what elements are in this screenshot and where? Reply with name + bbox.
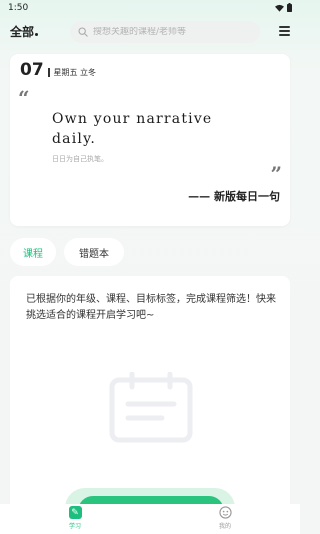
tab-bar: 课程 错题本 — [10, 238, 124, 266]
quote-day: 07 — [20, 60, 44, 80]
quote-date: 星期五 立冬 — [48, 67, 96, 78]
category-filter-label: 全部 — [10, 25, 35, 39]
close-quote-icon: ” — [270, 162, 282, 186]
status-bar: 1:50 — [0, 0, 300, 16]
nav-learn-label: 学习 — [68, 523, 81, 530]
category-filter[interactable]: 全部 — [10, 23, 39, 40]
wifi-icon — [275, 4, 284, 12]
open-quote-icon: “ — [18, 86, 30, 110]
nav-learn[interactable]: ✎ 学习 — [0, 504, 150, 534]
tab-mistake-book[interactable]: 错题本 — [64, 238, 124, 266]
tab-courses[interactable]: 课程 — [10, 238, 56, 266]
course-filter-message: 已根据你的年级、课程、目标标签，完成课程筛选！快来挑选适合的课程开启学习吧~ — [26, 294, 276, 321]
bottom-nav: ✎ 学习 我的 — [0, 504, 300, 534]
search-box[interactable] — [70, 21, 260, 43]
quote-english: Own your narrative daily. — [52, 111, 213, 147]
quote-author: —— 新版每日一句 — [188, 190, 280, 203]
search-input[interactable] — [93, 27, 243, 37]
nav-profile[interactable]: 我的 — [150, 504, 300, 534]
top-bar: 全部 — [0, 18, 300, 46]
course-panel: 已根据你的年级、课程、目标标签，完成课程筛选！快来挑选适合的课程开启学习吧~ — [10, 276, 290, 516]
empty-calendar-icon — [109, 372, 193, 443]
quote-chinese: 日日为自己执笔。 — [52, 155, 108, 163]
learn-icon: ✎ — [68, 506, 82, 519]
search-icon — [78, 27, 88, 37]
menu-icon[interactable] — [279, 26, 290, 38]
dropdown-dot-icon — [35, 33, 39, 36]
battery-icon — [287, 3, 292, 12]
nav-profile-label: 我的 — [218, 523, 231, 530]
quote-date-text: 星期五 立冬 — [53, 68, 97, 77]
status-icons — [275, 3, 292, 12]
daily-quote-card[interactable]: 07 星期五 立冬 “ Own your narrative daily. 日日… — [10, 54, 290, 226]
status-time: 1:50 — [8, 3, 29, 13]
profile-icon — [218, 506, 232, 519]
